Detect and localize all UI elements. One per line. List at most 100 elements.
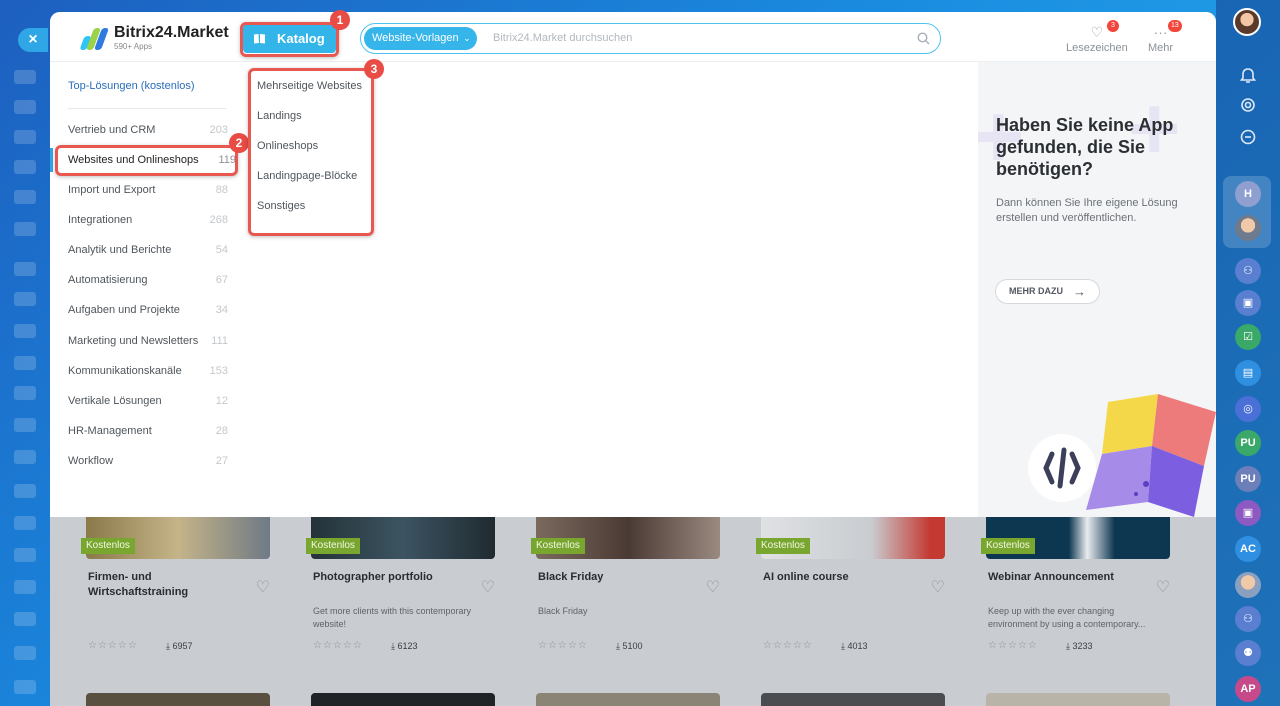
- menu-row: [14, 190, 36, 204]
- rail-contact-ac[interactable]: AC: [1235, 536, 1261, 562]
- search-input[interactable]: Bitrix24.Market durchsuchen: [493, 32, 632, 44]
- next-card-image: [761, 693, 945, 706]
- category-item[interactable]: HR-Management 28: [68, 421, 228, 441]
- app-title: Black Friday: [538, 571, 604, 583]
- menu-row: [14, 324, 36, 338]
- rating-stars: ☆☆☆☆☆: [763, 640, 813, 651]
- top-solutions-link[interactable]: Top-Lösungen (kostenlos): [68, 80, 195, 92]
- download-count: ⤓ 6123: [391, 641, 418, 651]
- heart-icon[interactable]: ♡: [256, 577, 270, 597]
- app-card[interactable]: Kostenlos Black Friday ♡ Black Friday ☆☆…: [531, 517, 720, 706]
- download-count: ⤓ 3233: [1066, 641, 1093, 651]
- category-item[interactable]: Integrationen 268: [68, 210, 228, 230]
- app-grid-dimmed: Kostenlos Firmen- und Wirtschaftstrainin…: [50, 517, 1216, 706]
- pulse-channel-icon[interactable]: ◎: [1235, 396, 1261, 422]
- search-icon[interactable]: [917, 32, 930, 45]
- chat-icon[interactable]: ▤: [1235, 360, 1261, 386]
- heart-icon[interactable]: ♡: [931, 577, 945, 597]
- close-icon: ×: [28, 31, 38, 48]
- category-item[interactable]: Vertikale Lösungen 12: [68, 391, 228, 411]
- chevron-down-icon: ⌄: [463, 33, 471, 43]
- rating-stars: ☆☆☆☆☆: [538, 640, 588, 651]
- category-sidebar: Top-Lösungen (kostenlos) Vertrieb und CR…: [50, 62, 240, 517]
- search-chat-icon[interactable]: [1235, 124, 1261, 150]
- next-card-image: [86, 693, 270, 706]
- heart-icon[interactable]: ♡: [481, 577, 495, 597]
- subcategory-panel: Mehrseitige Websites Landings Onlineshop…: [240, 62, 978, 517]
- bookmarks-count-badge: 3: [1107, 20, 1119, 32]
- next-card-image: [986, 693, 1170, 706]
- lock-icon[interactable]: ▣: [1235, 290, 1261, 316]
- menu-row: [14, 130, 36, 144]
- active-indicator: [50, 148, 53, 172]
- rating-stars: ☆☆☆☆☆: [88, 640, 138, 651]
- app-card[interactable]: Kostenlos Firmen- und Wirtschaftstrainin…: [81, 517, 270, 706]
- app-card[interactable]: Kostenlos Webinar Announcement ♡ Keep up…: [981, 517, 1170, 706]
- lock-icon[interactable]: ▣: [1235, 500, 1261, 526]
- menu-row: [14, 386, 36, 400]
- subcategory-item[interactable]: Landingpage-Blöcke: [257, 170, 357, 182]
- subcategory-item[interactable]: Onlineshops: [257, 140, 318, 152]
- menu-row: [14, 450, 36, 464]
- app-card[interactable]: Kostenlos AI online course ♡ ☆☆☆☆☆ ⤓ 401…: [756, 517, 945, 706]
- market-window: Bitrix24.Market 590+ Apps Katalog Websit…: [50, 12, 1216, 706]
- menu-row: [14, 612, 36, 626]
- menu-row: [14, 100, 36, 114]
- search-bar[interactable]: Website-Vorlagen ⌄ Bitrix24.Market durch…: [360, 23, 941, 54]
- logo-icon: [79, 28, 110, 50]
- more-info-button[interactable]: MEHR DAZU →: [995, 279, 1100, 304]
- category-item[interactable]: Vertrieb und CRM 203: [68, 120, 228, 140]
- menu-row: [14, 356, 36, 370]
- catalog-button[interactable]: Katalog: [243, 24, 336, 53]
- callout-badge-1: 1: [330, 10, 350, 30]
- menu-row: [14, 516, 36, 530]
- subcategory-item[interactable]: Landings: [257, 110, 302, 122]
- tasks-icon[interactable]: ☑: [1235, 324, 1261, 350]
- book-icon: [254, 34, 265, 44]
- rail-contact-pu-2[interactable]: PU: [1235, 466, 1261, 492]
- free-badge: Kostenlos: [756, 538, 810, 554]
- user-avatar[interactable]: [1233, 8, 1261, 36]
- bookmarks-button[interactable]: ♡ Lesezeichen: [1066, 24, 1128, 54]
- app-card[interactable]: Kostenlos Photographer portfolio ♡ Get m…: [306, 517, 495, 706]
- heart-icon[interactable]: ♡: [1156, 577, 1170, 597]
- app-description: Keep up with the ever changing environme…: [988, 606, 1146, 629]
- rail-contact-ap[interactable]: AP: [1235, 676, 1261, 702]
- category-item[interactable]: Import und Export 88: [68, 180, 228, 200]
- category-item[interactable]: Automatisierung 67: [68, 270, 228, 290]
- category-item[interactable]: Kommunikationskanäle 153: [68, 361, 228, 381]
- category-item[interactable]: Aufgaben und Projekte 34: [68, 300, 228, 320]
- category-item[interactable]: Workflow 27: [68, 451, 228, 471]
- heart-icon[interactable]: ♡: [706, 577, 720, 597]
- category-item[interactable]: Analytik und Berichte 54: [68, 240, 228, 260]
- bell-icon[interactable]: [1235, 62, 1261, 88]
- more-count-badge: 13: [1168, 20, 1182, 32]
- category-item-websites[interactable]: Websites und Onlineshops 119: [58, 150, 236, 170]
- rail-contact-h[interactable]: H: [1235, 181, 1261, 207]
- free-badge: Kostenlos: [981, 538, 1035, 554]
- close-slider-button[interactable]: ×: [18, 28, 48, 52]
- app-title: Webinar Announcement: [988, 571, 1114, 583]
- category-item[interactable]: Marketing und Newsletters 111: [68, 331, 228, 351]
- group-icon-2[interactable]: ⚇: [1235, 606, 1261, 632]
- search-scope-dropdown[interactable]: Website-Vorlagen ⌄: [364, 27, 477, 50]
- subcategory-item[interactable]: Sonstiges: [257, 200, 305, 212]
- top-bar: Bitrix24.Market 590+ Apps Katalog Websit…: [50, 12, 1216, 62]
- menu-row: [14, 70, 36, 84]
- callout-badge-3: 3: [364, 59, 384, 79]
- puzzle-illustration: [1028, 394, 1216, 517]
- app-description: Black Friday: [538, 606, 588, 616]
- pulse-icon[interactable]: [1235, 92, 1261, 118]
- rail-contact-avatar-2[interactable]: [1235, 572, 1261, 598]
- people-icon[interactable]: ⚉: [1235, 640, 1261, 666]
- free-badge: Kostenlos: [531, 538, 585, 554]
- free-badge: Kostenlos: [81, 538, 135, 554]
- rail-contact-avatar[interactable]: [1235, 215, 1261, 241]
- app-title: Photographer portfolio: [313, 571, 433, 583]
- download-count: ⤓ 4013: [841, 641, 868, 651]
- group-icon[interactable]: ⚇: [1235, 258, 1261, 284]
- subcategory-item[interactable]: Mehrseitige Websites: [257, 80, 362, 92]
- menu-row: [14, 262, 36, 276]
- rail-contact-pu[interactable]: PU: [1235, 430, 1261, 456]
- catalog-label: Katalog: [277, 31, 325, 46]
